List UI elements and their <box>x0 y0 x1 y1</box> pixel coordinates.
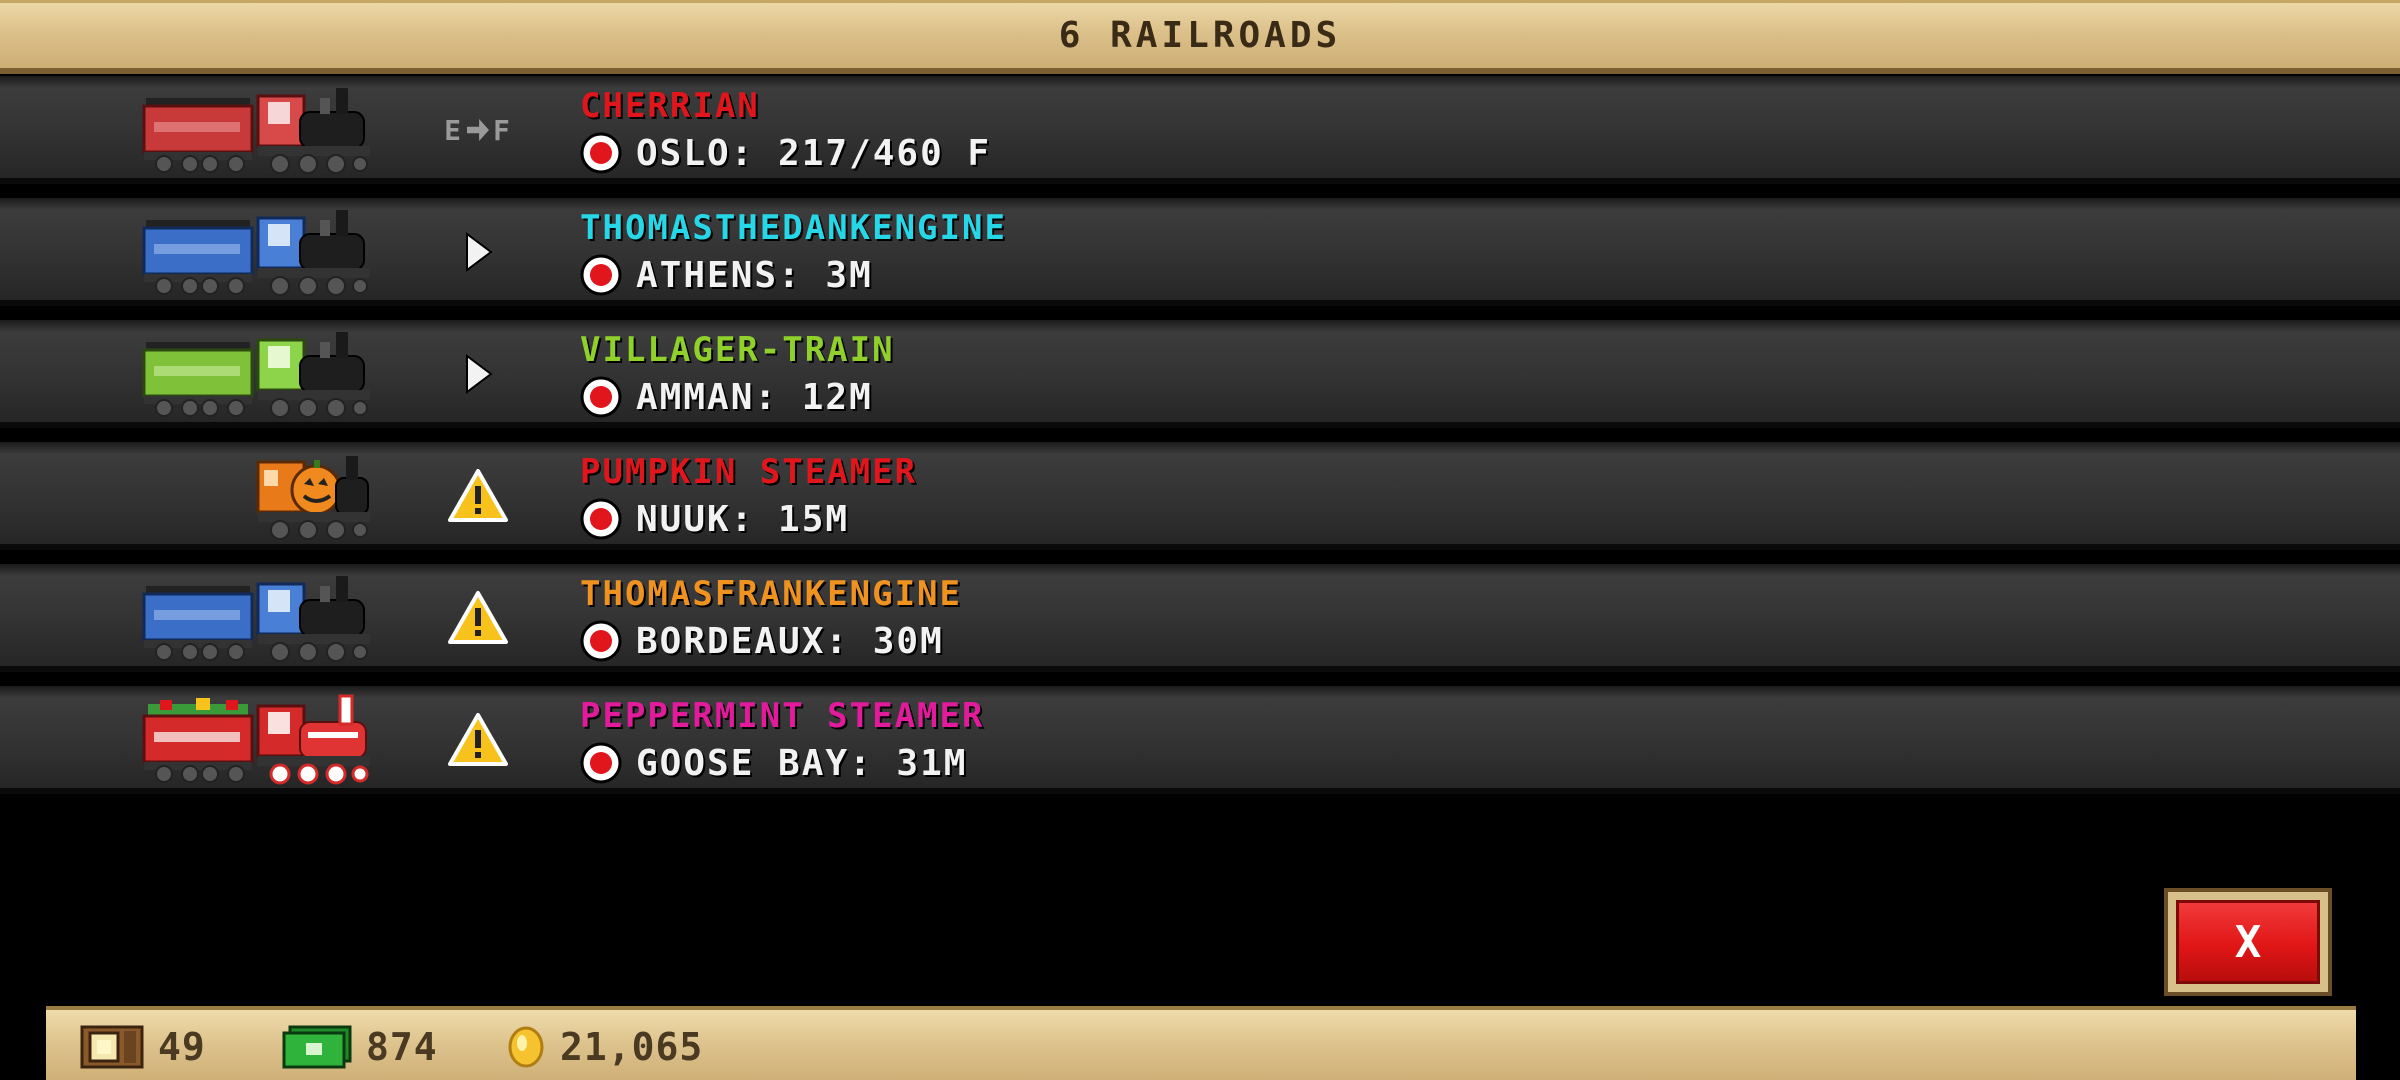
railroad-name: PEPPERMINT STEAMER <box>580 696 985 736</box>
title-bar: 6 RAILROADS <box>0 0 2400 74</box>
destination-line: GOOSE BAY: 31M <box>580 740 967 786</box>
red-train-icon <box>140 84 380 176</box>
railroad-row[interactable]: PUMPKIN STEAMER NUUK: 15M <box>0 442 2400 550</box>
play-arrow-icon[interactable] <box>438 342 518 406</box>
destination-line: ATHENS: 3M <box>580 252 873 298</box>
destination-text: BORDEAUX: 30M <box>636 620 944 662</box>
railroad-row[interactable]: THOMASTHEDANKENGINE ATHENS: 3M <box>0 198 2400 306</box>
resource-bar: 49 874 21,065 <box>46 1006 2356 1080</box>
status-empty-label: E <box>444 113 463 147</box>
load-arrow-icon <box>467 119 489 141</box>
station-marker-icon <box>580 376 622 418</box>
pumpkin-train-icon <box>140 450 380 542</box>
station-marker-icon <box>580 132 622 174</box>
railroad-row[interactable]: VILLAGER-TRAIN AMMAN: 12M <box>0 320 2400 428</box>
station-marker-icon <box>580 498 622 540</box>
blue-train-icon <box>140 206 380 298</box>
railroad-row[interactable]: THOMASFRANKENGINE BORDEAUX: 30M <box>0 564 2400 672</box>
cash-value: 874 <box>366 1025 438 1069</box>
coins-value: 21,065 <box>560 1025 704 1069</box>
loading-indicator: E F <box>438 98 518 162</box>
destination-line: OSLO: 217/460 F <box>580 130 991 176</box>
crates-counter[interactable]: 49 <box>80 1024 206 1070</box>
railroad-row[interactable]: E F CHERRIAN OSLO: 217/460 F <box>0 76 2400 184</box>
destination-text: AMMAN: 12M <box>636 376 873 418</box>
destination-line: BORDEAUX: 30M <box>580 618 944 664</box>
crate-icon <box>80 1025 144 1069</box>
coins-counter[interactable]: 21,065 <box>506 1024 703 1070</box>
page-title: 6 RAILROADS <box>1058 15 1342 56</box>
play-arrow-icon[interactable] <box>438 220 518 284</box>
railroad-name: THOMASTHEDANKENGINE <box>580 208 1007 248</box>
railroad-name: THOMASFRANKENGINE <box>580 574 962 614</box>
green-train-icon <box>140 328 380 420</box>
destination-text: ATHENS: 3M <box>636 254 873 296</box>
station-marker-icon <box>580 620 622 662</box>
peppermint-train-icon <box>140 694 380 786</box>
warning-icon[interactable] <box>438 464 518 528</box>
station-marker-icon <box>580 254 622 296</box>
destination-text: GOOSE BAY: 31M <box>636 742 968 784</box>
close-icon: X <box>2176 900 2320 984</box>
railroad-name: PUMPKIN STEAMER <box>580 452 918 492</box>
railroad-row[interactable]: PEPPERMINT STEAMER GOOSE BAY: 31M <box>0 686 2400 794</box>
blue-train-icon <box>140 572 380 664</box>
warning-icon[interactable] <box>438 586 518 650</box>
cash-icon <box>282 1025 352 1069</box>
railroad-name: CHERRIAN <box>580 86 760 126</box>
railroad-name: VILLAGER-TRAIN <box>580 330 895 370</box>
destination-line: AMMAN: 12M <box>580 374 873 420</box>
destination-text: NUUK: 15M <box>636 498 850 540</box>
coin-icon <box>508 1026 544 1068</box>
destination-line: NUUK: 15M <box>580 496 849 542</box>
cash-counter[interactable]: 874 <box>282 1024 438 1070</box>
station-marker-icon <box>580 742 622 784</box>
status-full-label: F <box>493 113 512 147</box>
destination-text: OSLO: 217/460 F <box>636 132 992 174</box>
crates-value: 49 <box>158 1025 206 1069</box>
close-button[interactable]: X <box>2164 888 2332 996</box>
warning-icon[interactable] <box>438 708 518 772</box>
